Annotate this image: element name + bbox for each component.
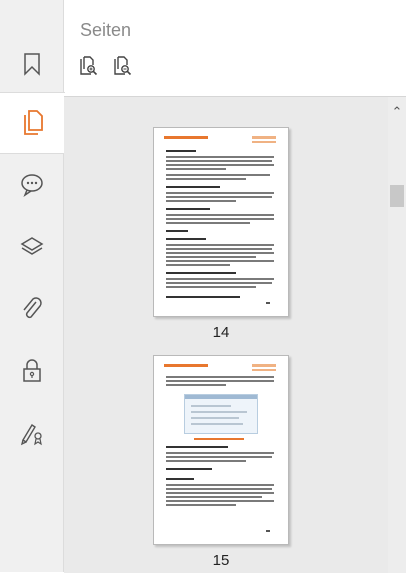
signatures-button[interactable]: [0, 402, 64, 464]
page-thumbnail-14[interactable]: 14: [153, 127, 289, 341]
signature-icon: [20, 424, 42, 446]
security-lock-icon: [23, 359, 41, 382]
zoom-in-thumbnails-icon: [80, 56, 98, 76]
comment-icon: [21, 174, 43, 197]
thumbnail-toolbar: [78, 55, 134, 77]
bookmark-icon: [24, 53, 40, 76]
pages-button[interactable]: [0, 92, 65, 154]
pages-panel: Seiten 14 15 ⌃: [64, 0, 406, 573]
page-number-label: 14: [212, 324, 230, 341]
scrollbar-thumb[interactable]: [390, 185, 404, 207]
panel-title: Seiten: [80, 20, 132, 40]
page-thumbnail-15[interactable]: 15: [153, 355, 289, 569]
reduce-thumbnails-button[interactable]: [112, 55, 134, 77]
security-button[interactable]: [0, 340, 64, 402]
page-number-label: 15: [212, 552, 230, 569]
bookmarks-button[interactable]: [0, 33, 64, 95]
pages-icon: [23, 110, 43, 135]
layers-icon: [20, 237, 44, 255]
page-thumbnail-image: [153, 127, 289, 317]
layers-button[interactable]: [0, 216, 64, 278]
vertical-scrollbar[interactable]: ⌃: [388, 97, 406, 573]
attachments-button[interactable]: [0, 278, 64, 340]
thumbnails-pane[interactable]: 14 15 ⌃: [64, 96, 406, 573]
page-thumbnail-image: [153, 355, 289, 545]
enlarge-thumbnails-button[interactable]: [78, 55, 100, 77]
comments-button[interactable]: [0, 154, 64, 216]
attachment-icon: [23, 297, 42, 319]
zoom-out-thumbnails-icon: [114, 56, 132, 76]
sidebar-rail: [0, 0, 65, 572]
scroll-up-icon[interactable]: ⌃: [388, 105, 406, 119]
